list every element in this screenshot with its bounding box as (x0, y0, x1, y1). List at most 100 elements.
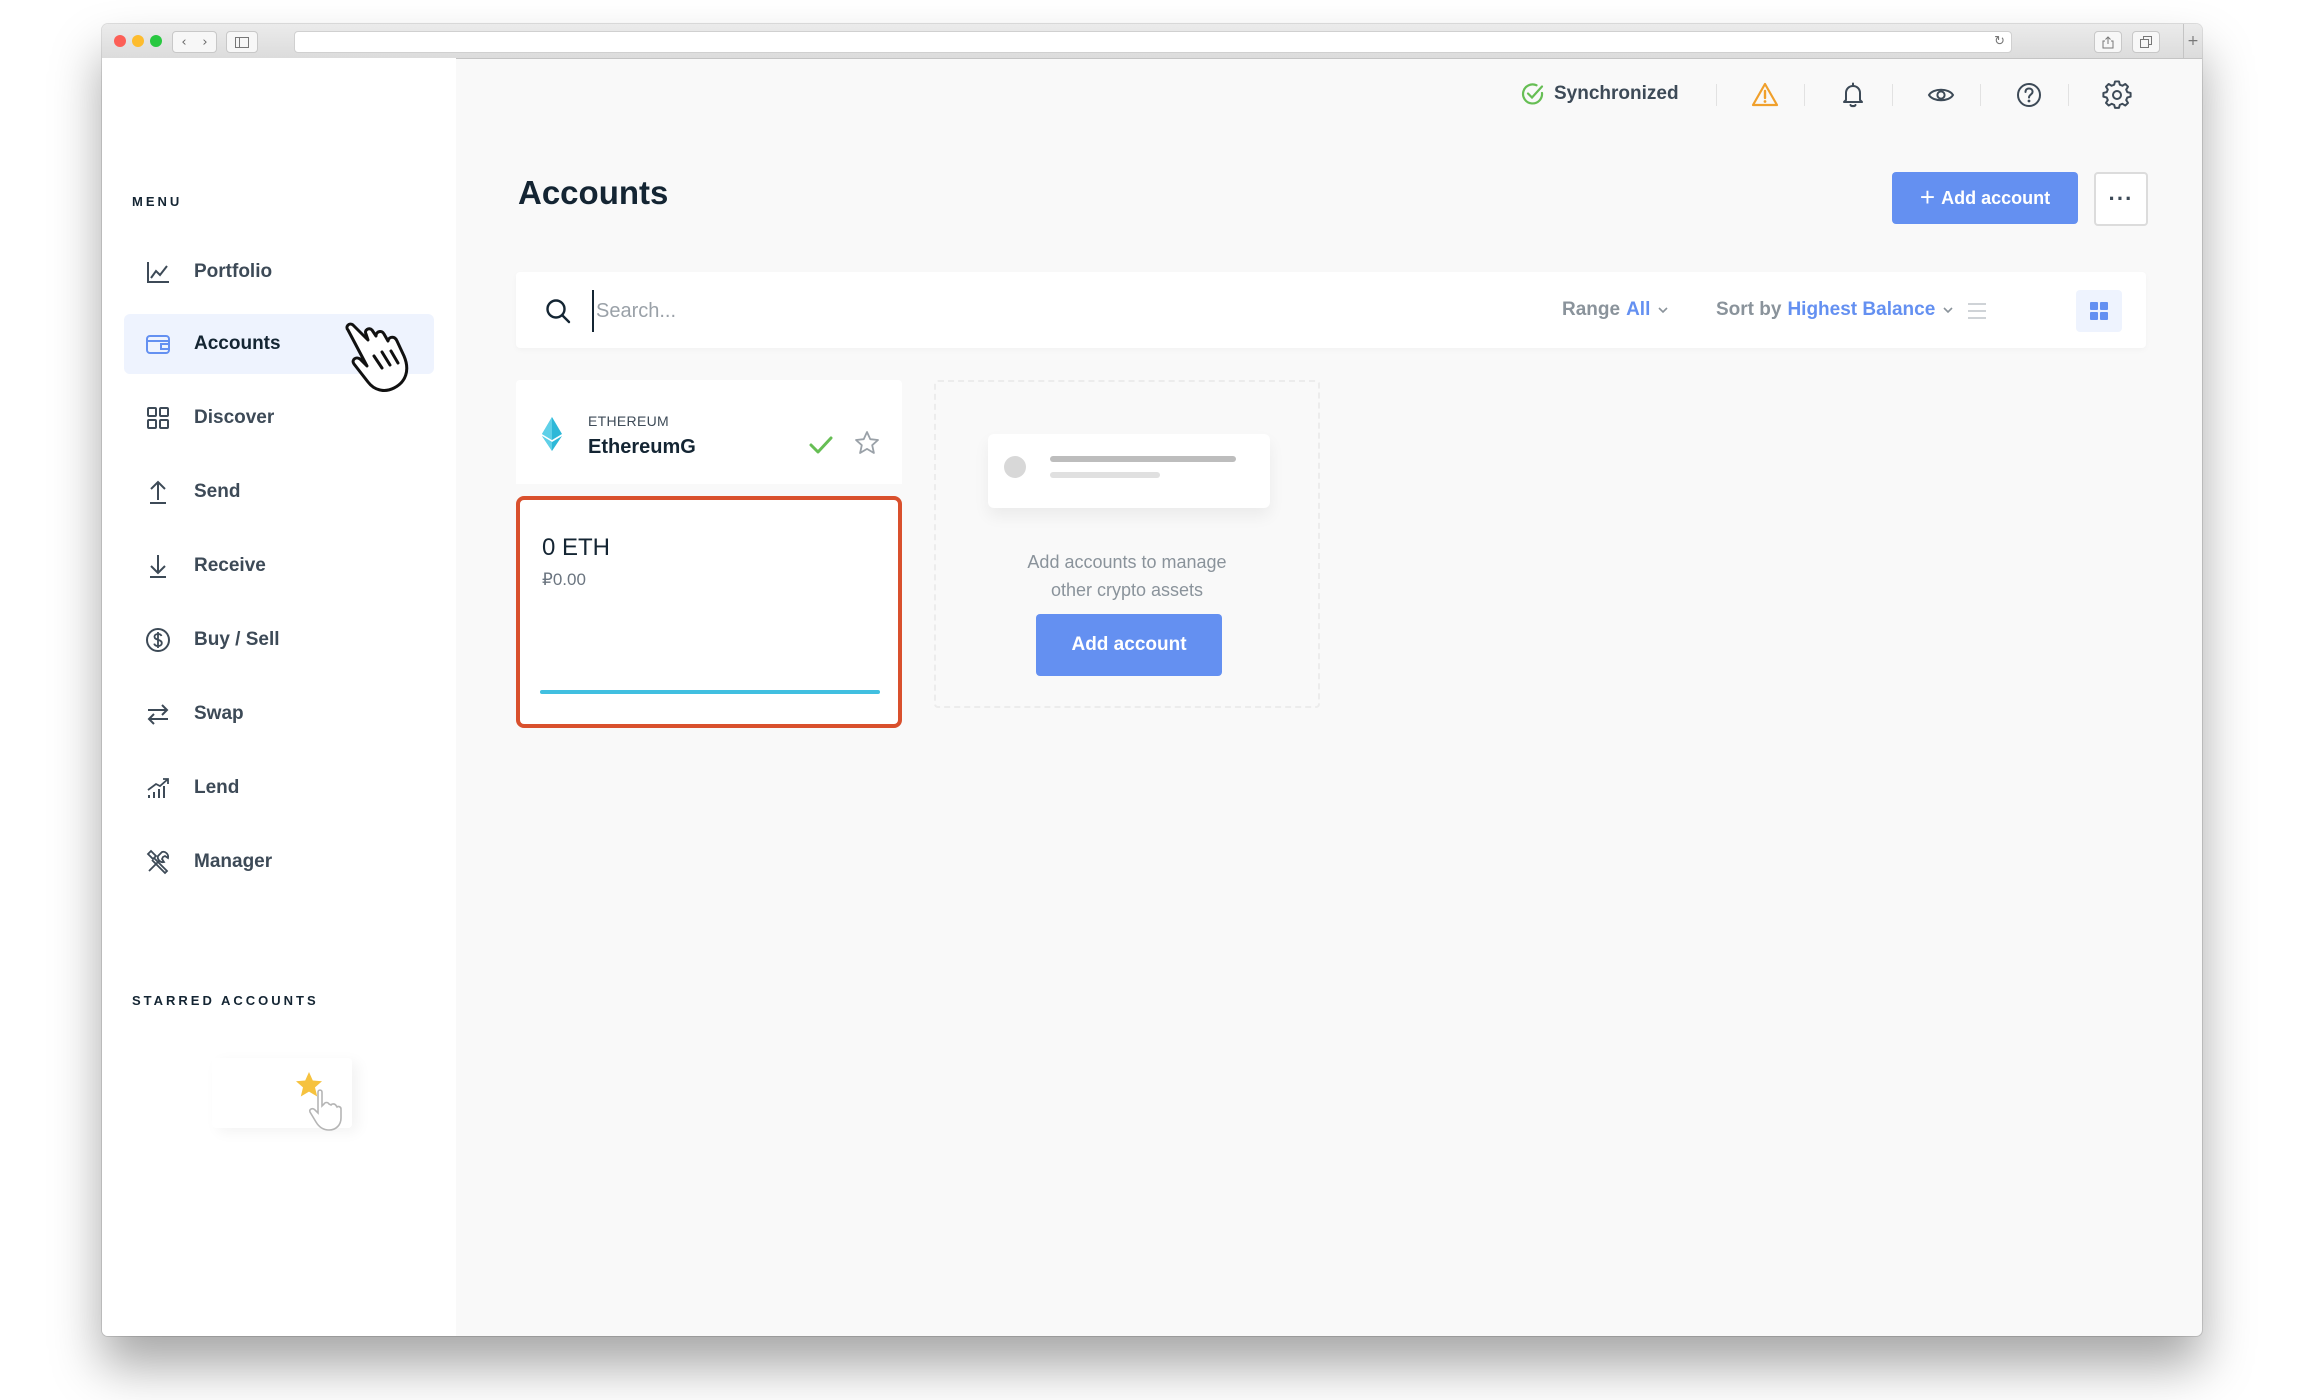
sidebar-item-label: Buy / Sell (194, 629, 280, 650)
page-title: Accounts (518, 174, 669, 211)
reload-icon[interactable]: ↻ (1994, 34, 2005, 49)
more-options-button[interactable]: ··· (2094, 172, 2148, 226)
minimize-window-button[interactable] (132, 35, 144, 47)
placeholder-line (1050, 472, 1160, 478)
topbar-divider (1980, 84, 1981, 106)
ethereum-icon (542, 417, 562, 451)
topbar-divider (1716, 84, 1717, 106)
sidebar-item-send[interactable]: Send (124, 462, 434, 522)
sidebar-item-buy-sell[interactable]: Buy / Sell (124, 610, 434, 670)
starred-accounts-heading: STARRED ACCOUNTS (132, 993, 319, 1008)
check-icon (809, 436, 833, 454)
tabs-overview-button[interactable] (2132, 31, 2160, 53)
account-fiat-value: ₽0.00 (542, 570, 586, 589)
add-account-card-button[interactable]: Add account (1036, 614, 1222, 676)
sidebar-item-portfolio[interactable]: Portfolio (124, 242, 434, 302)
placeholder-line (1050, 456, 1236, 462)
help-icon (2017, 83, 2041, 107)
placeholder-text-line: Add accounts to manage (1027, 552, 1227, 572)
hand-cursor-icon (345, 322, 409, 392)
account-currency: ETHEREUM (588, 413, 669, 429)
sync-label: Synchronized (1554, 83, 1679, 104)
dollar-circle-icon (144, 626, 172, 654)
sidebar-item-label: Receive (194, 555, 266, 576)
add-account-button[interactable]: + Add account (1892, 172, 2078, 224)
plus-icon: + (1919, 182, 1936, 212)
swap-icon (144, 700, 172, 728)
sidebar-item-manager[interactable]: Manager (124, 832, 434, 892)
account-balance: 0 ETH (542, 534, 611, 561)
share-icon (2102, 35, 2114, 48)
add-account-label: Add account (1941, 187, 2051, 208)
chevron-right-icon: › (202, 34, 208, 50)
sync-status[interactable]: Synchronized (1520, 78, 1679, 110)
placeholder-text: Add accounts to manage other crypto asse… (936, 548, 1318, 604)
notifications-button[interactable] (1838, 80, 1868, 110)
bell-icon (1843, 82, 1863, 108)
topbar-divider (1892, 84, 1893, 106)
accounts-toolbar: Range All Sort by Highest Balance (516, 272, 2146, 348)
account-name: EthereumG (588, 436, 696, 458)
chevron-down-icon (1658, 307, 1668, 314)
sidebar: MENU Portfolio Accounts Discover Send Re… (102, 58, 456, 1336)
zoom-window-button[interactable] (150, 35, 162, 47)
range-dropdown[interactable]: Range All (1562, 299, 1670, 321)
topbar-divider (1804, 84, 1805, 106)
sidebar-item-label: Lend (194, 777, 240, 798)
balance-sparkline (540, 690, 880, 694)
sidebar-item-label: Discover (194, 407, 275, 428)
range-label: Range (1562, 299, 1621, 320)
placeholder-text-line: other crypto assets (1050, 580, 1204, 600)
sort-dropdown[interactable]: Sort by Highest Balance (1716, 299, 1955, 321)
warning-icon (1751, 82, 1779, 107)
sort-value: Highest Balance (1787, 299, 1936, 320)
app-window: ‹ › ↻ + MENU Portfolio Accounts Discover… (102, 24, 2202, 1336)
search-icon (546, 299, 571, 324)
star-outline-icon[interactable] (853, 429, 881, 457)
browser-title-bar: ‹ › ↻ + (102, 24, 2202, 59)
settings-button[interactable] (2102, 80, 2132, 110)
sidebar-item-receive[interactable]: Receive (124, 536, 434, 596)
lend-chart-icon (144, 774, 172, 802)
account-balance-card[interactable]: 0 ETH ₽0.00 (516, 496, 902, 728)
placeholder-illustration (988, 434, 1270, 508)
new-tab-button[interactable]: + (2183, 24, 2202, 58)
account-card-header[interactable]: ETHEREUM EthereumG (516, 380, 902, 484)
grid-view-icon (2090, 302, 2108, 320)
sidebar-item-discover[interactable]: Discover (124, 388, 434, 448)
forward-button[interactable]: › (194, 31, 217, 53)
topbar-divider (2068, 84, 2069, 106)
settings-icon (2102, 80, 2132, 109)
sidebar-item-swap[interactable]: Swap (124, 684, 434, 744)
arrow-down-icon (144, 552, 172, 580)
arrow-up-icon (144, 478, 172, 506)
close-window-button[interactable] (114, 35, 126, 47)
share-button[interactable] (2094, 31, 2122, 53)
back-button[interactable]: ‹ (172, 31, 196, 53)
sort-label: Sort by (1716, 299, 1782, 320)
search-input[interactable] (592, 290, 1298, 332)
discreet-mode-button[interactable] (1926, 80, 1956, 110)
sidebar-item-label: Accounts (194, 333, 281, 354)
sidebar-item-lend[interactable]: Lend (124, 758, 434, 818)
grid-view-button[interactable] (2076, 290, 2122, 332)
sidebar-item-label: Manager (194, 851, 273, 872)
add-account-placeholder-card: Add accounts to manage other crypto asse… (934, 380, 1320, 708)
warning-button[interactable] (1750, 80, 1780, 110)
help-button[interactable] (2014, 80, 2044, 110)
chevron-left-icon: ‹ (181, 34, 187, 50)
pointer-hand-icon (309, 1089, 342, 1131)
tabs-icon (2140, 36, 2152, 48)
sidebar-toggle-button[interactable] (226, 31, 258, 53)
range-value: All (1626, 299, 1651, 320)
sidebar-item-label: Swap (194, 703, 244, 724)
list-view-icon[interactable] (1962, 296, 1992, 326)
menu-heading: MENU (132, 194, 183, 209)
address-bar[interactable]: ↻ (294, 31, 2012, 53)
tools-icon (144, 848, 172, 876)
grid-icon (144, 404, 172, 432)
eye-icon (1927, 88, 1955, 102)
check-circle-icon (1521, 83, 1544, 105)
chevron-down-icon (1943, 307, 1953, 314)
sidebar-icon (235, 36, 249, 48)
